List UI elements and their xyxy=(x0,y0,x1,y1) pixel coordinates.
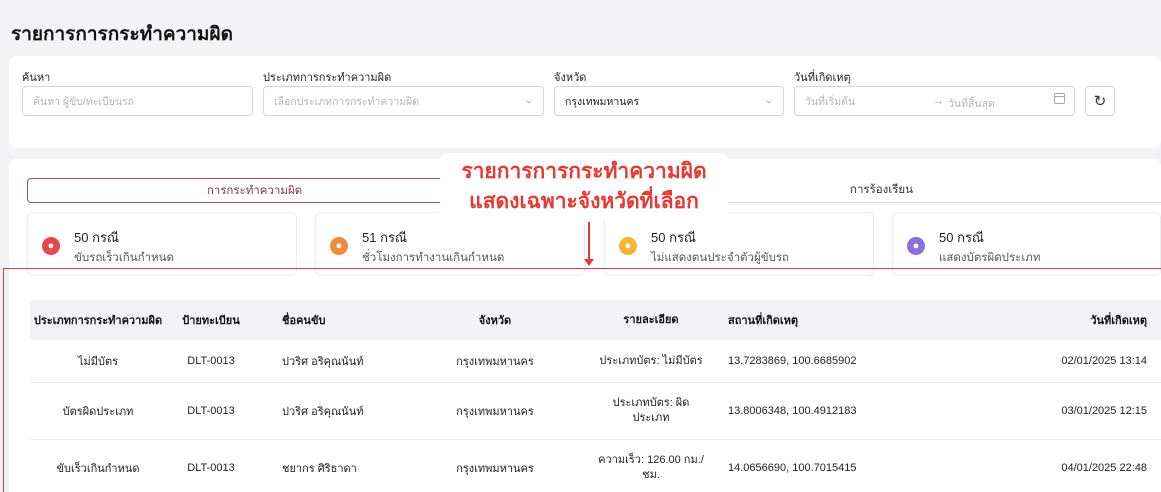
date-range-picker[interactable]: วันที่เริ่มต้น → วันที่สิ้นสุด xyxy=(794,86,1075,116)
tab-violations[interactable]: การกระทำความผิด xyxy=(27,178,482,203)
stat-count: 50 กรณี xyxy=(74,230,119,245)
violation-type-select[interactable]: เลือกประเภทการกระทำความผิด ⌄ xyxy=(263,86,544,116)
stat-description: ไม่แสดงตนประจำตัวผู้ขับรถ xyxy=(651,252,790,264)
annotation-arrow-head-icon xyxy=(584,259,594,266)
annotation-line-2: แสดงเฉพาะจังหวัดที่เลือก xyxy=(469,190,699,213)
calendar-icon xyxy=(1054,93,1065,104)
user-alert-icon: ● xyxy=(619,237,637,255)
arrow-right-icon: → xyxy=(933,95,944,107)
annotation-arrow-line xyxy=(588,222,590,262)
violation-type-label: ประเภทการกระทำความผิด xyxy=(263,72,392,84)
province-label: จังหวัด xyxy=(554,72,587,84)
stat-count: 50 กรณี xyxy=(651,230,696,245)
stat-count: 51 กรณี xyxy=(362,230,407,245)
user-alert-icon: ● xyxy=(42,237,60,255)
filter-panel: ค้นหา ค้นหา ผู้ขับ/ทะเบียนรถ ประเภทการกร… xyxy=(9,56,1161,148)
stat-card-wrong-card[interactable]: ● 50 กรณี แสดงบัตรผิดประเภท xyxy=(892,212,1161,276)
stat-description: ชั่วโมงการทำงานเกินกำหนด xyxy=(362,252,505,264)
annotation-line-1: รายการการกระทำความผิด xyxy=(461,160,707,183)
start-date-placeholder[interactable]: วันที่เริ่มต้น xyxy=(805,93,855,110)
refresh-icon: ↻ xyxy=(1093,93,1107,110)
stat-card-no-id[interactable]: ● 50 กรณี ไม่แสดงตนประจำตัวผู้ขับรถ xyxy=(604,212,874,276)
stat-count: 50 กรณี xyxy=(939,230,984,245)
search-input[interactable]: ค้นหา ผู้ขับ/ทะเบียนรถ xyxy=(22,86,253,116)
violation-type-placeholder: เลือกประเภทการกระทำความผิด xyxy=(274,95,420,108)
user-alert-icon: ● xyxy=(907,237,925,255)
stat-card-speeding[interactable]: ● 50 กรณี ขับรถเร็วเกินกำหนด xyxy=(27,212,297,276)
annotation-callout: รายการการกระทำความผิด แสดงเฉพาะจังหวัดที… xyxy=(440,153,728,219)
page-title: รายการการกระทำความผิด xyxy=(11,24,233,45)
refresh-button[interactable]: ↻ xyxy=(1085,86,1115,116)
chevron-down-icon: ⌄ xyxy=(524,95,533,106)
search-label: ค้นหา xyxy=(22,72,51,84)
province-select[interactable]: กรุงเทพมหานคร ⌄ xyxy=(554,86,784,116)
end-date-placeholder[interactable]: วันที่สิ้นสุด xyxy=(948,95,995,112)
user-alert-icon: ● xyxy=(330,237,348,255)
search-placeholder: ค้นหา ผู้ขับ/ทะเบียนรถ xyxy=(33,95,134,108)
date-label: วันที่เกิดเหตุ xyxy=(794,72,851,84)
stat-card-overtime[interactable]: ● 51 กรณี ชั่วโมงการทำงานเกินกำหนด xyxy=(315,212,585,276)
province-value: กรุงเทพมหานคร xyxy=(565,95,640,108)
stat-description: แสดงบัตรผิดประเภท xyxy=(939,252,1041,264)
highlight-frame xyxy=(3,268,1161,492)
stat-description: ขับรถเร็วเกินกำหนด xyxy=(74,252,174,264)
chevron-down-icon: ⌄ xyxy=(764,95,773,106)
